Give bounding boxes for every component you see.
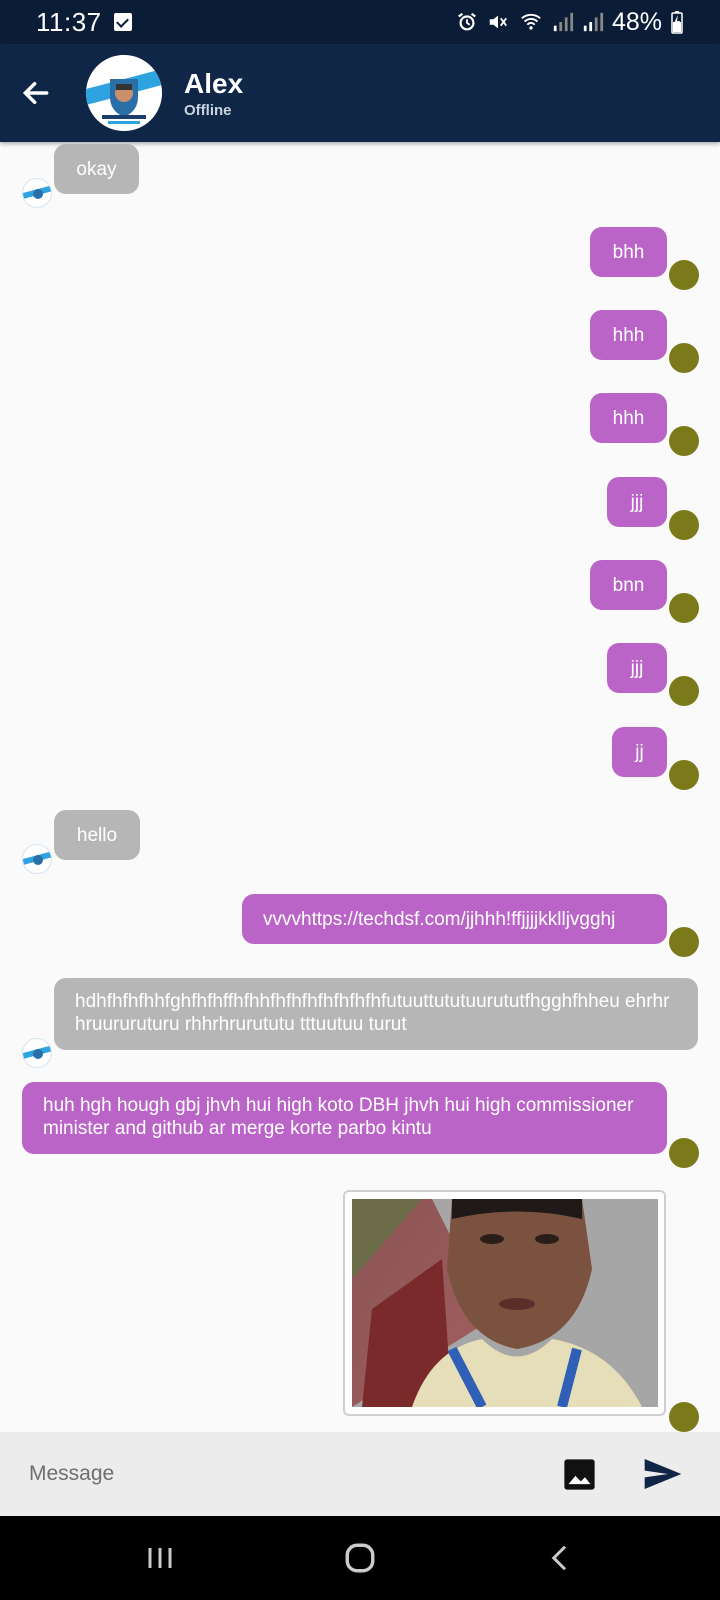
- alarm-icon: [458, 12, 476, 31]
- outgoing-link-message[interactable]: vvvvhttps://techdsf.com/jjhhh!ffjjjjkkll…: [242, 894, 667, 944]
- message-composer: [0, 1432, 720, 1516]
- outgoing-message[interactable]: hhh: [590, 310, 667, 360]
- outgoing-message[interactable]: jjj: [607, 643, 667, 693]
- contact-name: Alex: [184, 67, 244, 99]
- incoming-message[interactable]: hello: [54, 810, 140, 860]
- user-mini-avatar: [669, 1402, 699, 1432]
- user-mini-avatar: [669, 510, 699, 540]
- recent-apps-button[interactable]: [130, 1538, 190, 1578]
- send-icon: [644, 1459, 682, 1489]
- home-icon: [345, 1543, 375, 1573]
- contact-status: Offline: [184, 101, 232, 119]
- chat-header: Alex Offline: [0, 44, 720, 142]
- send-button[interactable]: [643, 1457, 683, 1491]
- techdsf-logo: [86, 55, 162, 131]
- outgoing-message[interactable]: bhh: [590, 227, 667, 277]
- chat-screen: 11:37 48% Alex Offline okay bhh hhh hhh …: [0, 0, 720, 1600]
- message-list[interactable]: okay bhh hhh hhh jjj bnn jjj jj hello vv…: [0, 142, 720, 1432]
- home-button[interactable]: [330, 1538, 390, 1578]
- incoming-message[interactable]: hdhfhfhfhhfghfhfhffhfhhfhfhfhfhfhfhfhfut…: [54, 978, 698, 1050]
- message-input[interactable]: [29, 1456, 529, 1492]
- signal-icon: [553, 12, 574, 32]
- user-mini-avatar: [669, 260, 699, 290]
- outgoing-message[interactable]: jjj: [607, 477, 667, 527]
- user-mini-avatar: [669, 343, 699, 373]
- incoming-message[interactable]: okay: [54, 144, 139, 194]
- signal-icon-2: [583, 12, 604, 32]
- user-mini-avatar: [669, 426, 699, 456]
- recents-icon: [148, 1548, 172, 1568]
- battery-percent: 48%: [611, 7, 662, 36]
- user-mini-avatar: [669, 1138, 699, 1168]
- outgoing-message[interactable]: bnn: [590, 560, 667, 610]
- outgoing-message[interactable]: hhh: [590, 393, 667, 443]
- contact-mini-avatar: [22, 844, 52, 874]
- photo-attachment[interactable]: [352, 1199, 658, 1407]
- status-time: 11:37: [36, 6, 102, 37]
- outgoing-message[interactable]: huh hgh hough gbj jhvh hui high koto DBH…: [22, 1082, 667, 1154]
- battery-charging-icon: [671, 11, 683, 34]
- user-mini-avatar: [669, 760, 699, 790]
- outgoing-message[interactable]: jj: [612, 727, 667, 777]
- mute-icon: [489, 15, 507, 29]
- wifi-icon: [521, 13, 541, 30]
- checkbox-notification-icon: [113, 13, 132, 31]
- outgoing-image-message[interactable]: [343, 1190, 666, 1416]
- status-bar: 11:37 48%: [0, 0, 720, 44]
- contact-mini-avatar: [22, 1038, 52, 1068]
- gallery-button[interactable]: [563, 1458, 596, 1491]
- contact-info[interactable]: Alex Offline: [184, 68, 243, 119]
- system-nav-bar: [0, 1516, 720, 1600]
- chevron-left-icon: [551, 1545, 567, 1571]
- user-mini-avatar: [669, 676, 699, 706]
- image-icon: [564, 1459, 595, 1490]
- back-button[interactable]: [0, 44, 72, 142]
- user-mini-avatar: [669, 593, 699, 623]
- user-mini-avatar: [669, 927, 699, 957]
- arrow-left-icon: [22, 81, 49, 105]
- contact-mini-avatar: [22, 178, 52, 208]
- contact-avatar[interactable]: [86, 55, 162, 131]
- back-nav-button[interactable]: [530, 1538, 590, 1578]
